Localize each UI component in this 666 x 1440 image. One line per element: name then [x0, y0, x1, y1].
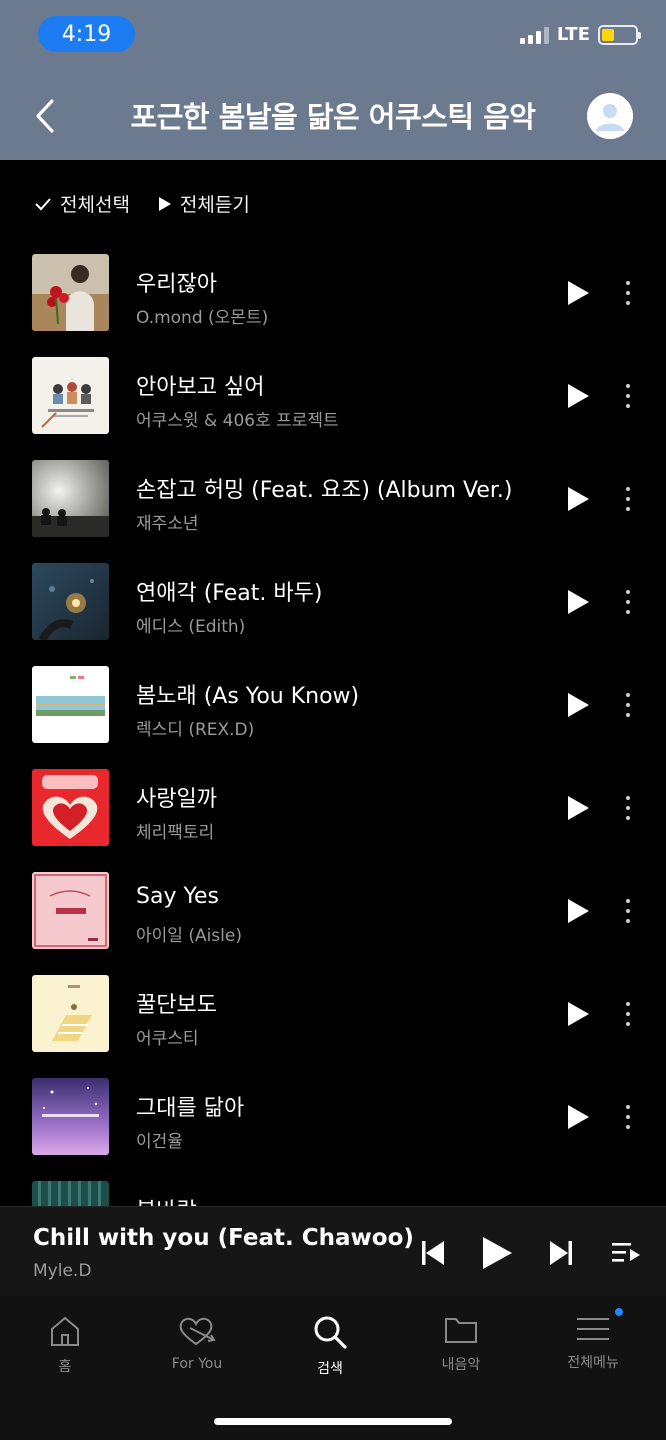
- album-art: [32, 975, 109, 1052]
- play-all-label: 전체듣기: [179, 194, 250, 216]
- more-options-button[interactable]: [618, 896, 638, 926]
- now-playing-bar[interactable]: Chill with you (Feat. Chawoo) Myle.D: [0, 1206, 666, 1296]
- nav-menu-label: 전체메뉴: [567, 1355, 619, 1371]
- album-art: [32, 1078, 109, 1155]
- song-title: 손잡고 허밍 (Feat. 요조) (Album Ver.): [136, 478, 513, 503]
- play-all-button[interactable]: 전체듣기: [158, 190, 250, 217]
- check-icon: [35, 197, 51, 210]
- user-icon: [587, 93, 633, 139]
- more-options-button[interactable]: [618, 278, 638, 308]
- heart-arrow-icon: [179, 1317, 216, 1346]
- more-options-button[interactable]: [618, 793, 638, 823]
- album-art: [32, 666, 109, 743]
- play-icon[interactable]: [566, 1104, 590, 1130]
- song-artist: 어쿠스티: [136, 1029, 199, 1049]
- more-options-button[interactable]: [618, 381, 638, 411]
- song-artist: 어쿠스윗 & 406호 프로젝트: [136, 411, 339, 431]
- song-artist: 체리팩토리: [136, 823, 215, 843]
- now-playing-title: Chill with you (Feat. Chawoo): [33, 1225, 414, 1251]
- album-art: [32, 254, 109, 331]
- play-icon[interactable]: [566, 898, 590, 924]
- more-options-button[interactable]: [618, 484, 638, 514]
- more-options-button[interactable]: [618, 690, 638, 720]
- song-title: 봄바람: [136, 1193, 197, 1206]
- select-all-label: 전체선택: [60, 194, 130, 216]
- notification-dot: [615, 1308, 623, 1316]
- more-options-button[interactable]: [618, 587, 638, 617]
- more-options-button[interactable]: [618, 999, 638, 1029]
- song-artist: 이건율: [136, 1132, 183, 1152]
- status-icons: LTE: [519, 24, 641, 45]
- play-icon[interactable]: [566, 795, 590, 821]
- list-controls: 전체선택 전체듣기: [34, 190, 250, 217]
- list-item[interactable]: 안아보고 싶어 어쿠스윗 & 406호 프로젝트: [0, 355, 666, 458]
- header: 4:19 LTE 포근한 봄날을 닮은 어쿠스틱 음악: [0, 0, 666, 160]
- nav-my-music-label: 내음악: [441, 1357, 481, 1373]
- home-icon: [51, 1316, 79, 1346]
- song-title: 꿀단보도: [136, 993, 217, 1018]
- search-icon: [314, 1316, 347, 1349]
- status-time: 4:19: [38, 16, 135, 52]
- list-item[interactable]: 봄바람: [0, 1179, 666, 1206]
- network-label: LTE: [556, 24, 590, 45]
- menu-icon: [577, 1318, 609, 1340]
- song-title: 안아보고 싶어: [136, 375, 265, 400]
- battery-icon: [598, 24, 641, 45]
- song-title: Say Yes: [136, 884, 219, 909]
- nav-for-you[interactable]: For You: [142, 1314, 252, 1372]
- list-item[interactable]: 사랑일까 체리팩토리: [0, 767, 666, 870]
- list-item[interactable]: 봄노래 (As You Know) 렉스디 (REX.D): [0, 664, 666, 767]
- list-item[interactable]: 우리잖아 O.mond (오몬트): [0, 252, 666, 355]
- nav-search[interactable]: 검색: [275, 1314, 385, 1378]
- song-artist: 렉스디 (REX.D): [136, 720, 255, 740]
- album-art: [32, 460, 109, 537]
- nav-home-label: 홈: [58, 1359, 72, 1375]
- play-icon[interactable]: [566, 1001, 590, 1027]
- song-title: 사랑일까: [136, 787, 217, 812]
- nav-menu[interactable]: 전체메뉴: [538, 1314, 648, 1372]
- nav-for-you-label: For You: [171, 1356, 223, 1372]
- song-artist: 재주소년: [136, 514, 199, 534]
- play-icon[interactable]: [566, 383, 590, 409]
- select-all-button[interactable]: 전체선택: [34, 190, 130, 217]
- song-artist: 에디스 (Edith): [136, 617, 246, 637]
- album-art: [32, 563, 109, 640]
- list-item[interactable]: 그대를 닮아 이건율: [0, 1076, 666, 1179]
- list-item[interactable]: 손잡고 허밍 (Feat. 요조) (Album Ver.) 재주소년: [0, 458, 666, 561]
- home-indicator: [214, 1418, 452, 1425]
- album-art: [32, 769, 109, 846]
- nav-search-label: 검색: [317, 1361, 343, 1377]
- album-art: [32, 357, 109, 434]
- list-item[interactable]: 연애각 (Feat. 바두) 에디스 (Edith): [0, 561, 666, 664]
- nav-my-music[interactable]: 내음악: [406, 1314, 516, 1374]
- more-options-button[interactable]: [618, 1102, 638, 1132]
- play-icon[interactable]: [481, 1236, 513, 1270]
- song-title: 연애각 (Feat. 바두): [136, 581, 323, 606]
- page-title: 포근한 봄날을 닮은 어쿠스틱 음악: [130, 100, 536, 134]
- song-title: 봄노래 (As You Know): [136, 684, 360, 709]
- play-icon[interactable]: [566, 280, 590, 306]
- avatar[interactable]: [587, 93, 633, 139]
- song-title: 그대를 닮아: [136, 1096, 245, 1121]
- album-art: [32, 1181, 109, 1206]
- playlist-icon[interactable]: [611, 1241, 641, 1265]
- play-icon: [158, 196, 171, 211]
- play-icon[interactable]: [566, 486, 590, 512]
- song-artist: O.mond (오몬트): [136, 308, 269, 328]
- signal-icon: [519, 26, 549, 44]
- play-icon[interactable]: [566, 692, 590, 718]
- album-art: [32, 872, 109, 949]
- play-icon[interactable]: [566, 589, 590, 615]
- list-item[interactable]: Say Yes 아이일 (Aisle): [0, 870, 666, 973]
- list-item[interactable]: 꿀단보도 어쿠스티: [0, 973, 666, 1076]
- folder-icon: [445, 1318, 477, 1343]
- song-artist: 아이일 (Aisle): [136, 926, 242, 946]
- now-playing-artist: Myle.D: [33, 1261, 92, 1281]
- skip-previous-icon[interactable]: [421, 1240, 445, 1266]
- song-list: 우리잖아 O.mond (오몬트) 안아보고 싶어 어쿠스윗 & 406호 프로…: [0, 250, 666, 1206]
- skip-next-icon[interactable]: [549, 1240, 573, 1266]
- nav-home[interactable]: 홈: [10, 1314, 120, 1376]
- song-title: 우리잖아: [136, 272, 217, 297]
